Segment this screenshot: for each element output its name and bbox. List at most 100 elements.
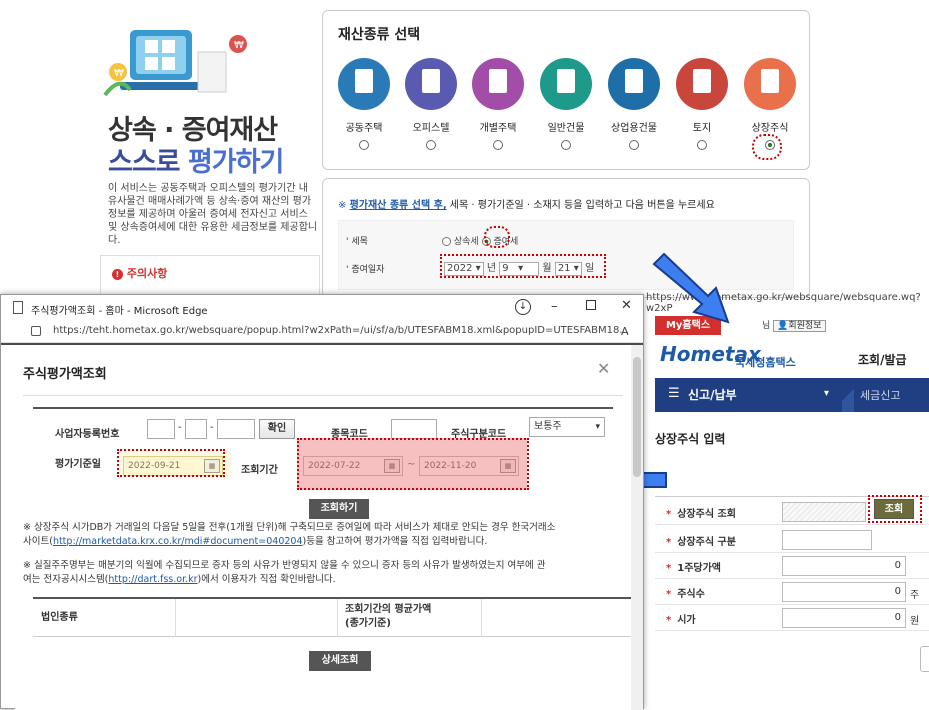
- dart-link[interactable]: http://dart.fss.or.kr: [108, 574, 197, 585]
- biz-no-field-2[interactable]: [185, 419, 207, 439]
- info-krx-line2: 사이트(http://marketdata.krx.co.kr/mdi#docu…: [23, 536, 488, 547]
- building-icon[interactable]: [338, 58, 390, 110]
- search-button[interactable]: 조회하기: [309, 499, 369, 519]
- promo-title-line2-b: 평가하기: [187, 147, 284, 178]
- minimize-icon[interactable]: –: [551, 299, 558, 314]
- edge-url[interactable]: https://teht.hometax.go.kr/websquare/pop…: [53, 325, 629, 336]
- col-avg-price: 조회기간의 평균가액 (종가기준): [345, 604, 432, 629]
- dialog-separator: [23, 395, 623, 396]
- notice-title: ! 주의사항: [112, 265, 167, 281]
- inheritance-tax-radio[interactable]: [442, 237, 451, 246]
- edge-window-title: 주식평가액조회 - 홈마 - Microsoft Edge: [31, 306, 208, 317]
- biz-no-dash-1: -: [178, 422, 182, 433]
- hometax-row-unit: 원: [910, 616, 920, 627]
- building-icon[interactable]: [608, 58, 660, 110]
- property-type-item[interactable]: 상업용건물: [604, 58, 664, 150]
- gift-date-label: ' 증여일자: [346, 265, 385, 275]
- property-type-radio[interactable]: [629, 140, 639, 150]
- property-type-label: 상장주식: [751, 123, 789, 134]
- property-type-radio[interactable]: [697, 140, 707, 150]
- info-krx: ※ 상장주식 시가DB가 거래일의 다음달 5일을 전후(1개월 단위)해 구축…: [23, 521, 555, 549]
- biz-no-field-1[interactable]: [147, 419, 175, 439]
- partial-button-edge[interactable]: [920, 646, 929, 672]
- hometax-row-unit: 주: [910, 590, 920, 601]
- inheritance-tax-label: 상속세: [453, 237, 479, 247]
- property-type-label: 상업용건물: [611, 123, 657, 134]
- table-cell-divider: [175, 599, 176, 637]
- lock-icon[interactable]: [31, 326, 41, 336]
- detail-search-button[interactable]: 상세조회: [309, 651, 371, 671]
- scrollbar-thumb[interactable]: [633, 357, 641, 477]
- info-krx-line1: ※ 상장주식 시가DB가 거래일의 다음달 5일을 전후(1개월 단위)해 구축…: [23, 522, 556, 533]
- nav-menu-tax-filing[interactable]: 신고/납부: [688, 386, 737, 403]
- promo-title-line2: 스스로 평가하기: [108, 140, 284, 179]
- info-dart-line2: 여는 전자공시시스템(http://dart.fss.or.kr)에서 이용자가…: [23, 574, 336, 585]
- eval-date-label: 평가기준일: [55, 459, 101, 470]
- listed-stock-section-title: 상장주식 입력: [655, 432, 726, 446]
- blue-arrow-diagonal-icon: [652, 252, 730, 324]
- hometax-row-input[interactable]: 0: [782, 556, 906, 576]
- row-divider: [655, 630, 929, 631]
- krx-link[interactable]: http://marketdata.krx.co.kr/mdi#document…: [53, 536, 303, 547]
- biz-no-field-3[interactable]: [217, 419, 255, 439]
- property-type-radio[interactable]: [359, 140, 369, 150]
- page-icon: [13, 301, 23, 314]
- row-divider: [655, 524, 929, 525]
- promo-illustration: ₩ ₩: [100, 20, 250, 105]
- download-icon[interactable]: ↓: [515, 299, 531, 315]
- biz-no-dash-2: -: [210, 422, 214, 433]
- highlight-gift-date: [440, 254, 606, 278]
- hometax-row-input: [782, 530, 872, 550]
- building-icon[interactable]: [405, 58, 457, 110]
- table-cell-divider: [481, 599, 482, 637]
- stock-code-input[interactable]: [391, 419, 437, 439]
- property-type-item[interactable]: 공동주택: [334, 58, 394, 150]
- hometax-row-input[interactable]: 0: [782, 582, 906, 602]
- form-note-prefix: ※: [338, 200, 347, 211]
- stock-type-select[interactable]: 보통주 ▾: [529, 417, 605, 437]
- property-type-item[interactable]: 토지: [672, 58, 732, 150]
- table-cell-divider: [337, 599, 338, 637]
- building-icon[interactable]: [540, 58, 592, 110]
- row-divider: [655, 578, 929, 579]
- form-instruction: ※ 평가재산 종류 선택 후, 세목 · 평가기준일 · 소재지 등을 입력하고…: [338, 196, 715, 211]
- member-info-button[interactable]: 님 👤회원정보: [762, 318, 826, 332]
- query-issue-menu[interactable]: 조회/발급: [858, 351, 907, 368]
- close-window-icon[interactable]: ✕: [621, 298, 632, 313]
- property-type-radio[interactable]: [493, 140, 503, 150]
- building-icon[interactable]: [744, 58, 796, 110]
- col-corp-type: 법인종류: [41, 612, 78, 623]
- maximize-icon[interactable]: [586, 300, 596, 310]
- dialog-close-icon[interactable]: ✕: [597, 359, 610, 378]
- property-type-item[interactable]: 개별주택: [468, 58, 528, 150]
- nav-sub-tax-report[interactable]: 세금신고: [860, 387, 900, 403]
- hometax-row-label: * 1주당가액: [666, 563, 721, 574]
- hometax-row-input[interactable]: 0: [782, 608, 906, 628]
- property-type-label: 일반건물: [547, 123, 585, 134]
- hometax-row-label: * 상장주식 조회: [666, 509, 736, 520]
- edge-titlebar: 주식평가액조회 - 홈마 - Microsoft Edge ↓ – ✕: [1, 295, 643, 321]
- stock-eval-dialog: 주식평가액조회 ✕ 사업자등록번호 - - 확인 종목코드 주식구분코드 보통주…: [15, 345, 631, 710]
- nav-sub-divider: [842, 378, 854, 412]
- result-table: 법인종류 조회기간의 평균가액 (종가기준): [33, 597, 631, 637]
- hometax-row-label: * 상장주식 구분: [666, 537, 736, 548]
- nav-dropdown-icon[interactable]: ▾: [824, 388, 829, 399]
- property-type-item[interactable]: 일반건물: [536, 58, 596, 150]
- highlight-eval-date: [117, 449, 225, 477]
- calculator-illustration-icon: ₩ ₩: [103, 30, 247, 97]
- tax-type-label: ' 세목: [346, 237, 368, 247]
- building-icon[interactable]: [472, 58, 524, 110]
- scrollbar[interactable]: [631, 345, 643, 710]
- hometax-row-label: * 주식수: [666, 589, 705, 600]
- building-icon[interactable]: [676, 58, 728, 110]
- promo-title-line2-a: 스스로: [108, 147, 181, 178]
- read-aloud-icon[interactable]: A: [621, 325, 629, 338]
- property-type-radio[interactable]: [561, 140, 571, 150]
- property-type-item[interactable]: 오피스텔: [401, 58, 461, 150]
- nav-menu-icon[interactable]: ☰: [668, 386, 680, 401]
- confirm-button[interactable]: 확인: [259, 419, 295, 439]
- property-type-label: 오피스텔: [412, 123, 450, 134]
- edge-address-bar: https://teht.hometax.go.kr/websquare/pop…: [1, 321, 643, 343]
- property-type-radio[interactable]: [426, 140, 436, 150]
- highlight-lookup-button: [868, 495, 922, 523]
